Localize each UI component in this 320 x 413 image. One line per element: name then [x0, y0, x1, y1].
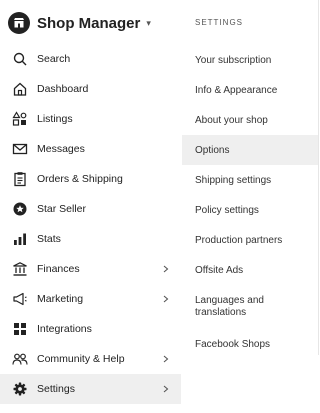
- sidebar-item-label: Stats: [37, 233, 61, 245]
- sidebar-item-star-seller[interactable]: Star Seller: [0, 194, 181, 224]
- sidebar-item-label: Search: [37, 53, 71, 65]
- sidebar-item-settings[interactable]: Settings: [0, 374, 181, 404]
- section-title: SETTINGS: [195, 18, 244, 27]
- chevron-right-icon: [163, 374, 169, 404]
- settings-item-options[interactable]: Options: [182, 135, 318, 165]
- star-badge-icon: [12, 201, 28, 217]
- settings-submenu: SETTINGS Your subscription Info & Appear…: [182, 0, 320, 413]
- settings-item-languages-translations[interactable]: Languages and translations: [182, 285, 318, 329]
- sidebar-item-listings[interactable]: Listings: [0, 104, 181, 134]
- settings-item-shipping-settings[interactable]: Shipping settings: [182, 165, 318, 195]
- sidebar-item-label: Messages: [37, 143, 85, 155]
- sidebar-item-label: Star Seller: [37, 203, 87, 215]
- shop-manager-sidebar: Shop Manager ▾ Search Dashboard Listings: [0, 0, 181, 413]
- chevron-right-icon: [163, 344, 169, 374]
- settings-item-facebook-shops[interactable]: Facebook Shops: [182, 329, 318, 359]
- sidebar-item-label: Finances: [37, 263, 80, 275]
- settings-item-policy-settings[interactable]: Policy settings: [182, 195, 318, 225]
- chevron-right-icon: [163, 284, 169, 314]
- panel-divider: [318, 0, 319, 355]
- sidebar-item-label: Listings: [37, 113, 73, 125]
- sidebar-item-marketing[interactable]: Marketing: [0, 284, 181, 314]
- people-icon: [12, 351, 28, 367]
- sidebar-item-messages[interactable]: Messages: [0, 134, 181, 164]
- shop-icon: [8, 12, 30, 34]
- settings-item-production-partners[interactable]: Production partners: [182, 225, 318, 255]
- grid-icon: [12, 321, 28, 337]
- sidebar-item-label: Marketing: [37, 293, 84, 305]
- sidebar-item-stats[interactable]: Stats: [0, 224, 181, 254]
- settings-item-your-subscription[interactable]: Your subscription: [182, 45, 318, 75]
- sidebar-item-finances[interactable]: Finances: [0, 254, 181, 284]
- sidebar-item-orders-shipping[interactable]: Orders & Shipping: [0, 164, 181, 194]
- shapes-icon: [12, 111, 28, 127]
- gear-icon: [12, 381, 28, 397]
- clipboard-icon: [12, 171, 28, 187]
- sidebar-item-label: Community & Help: [37, 353, 125, 365]
- sidebar-item-dashboard[interactable]: Dashboard: [0, 74, 181, 104]
- settings-item-offsite-ads[interactable]: Offsite Ads: [182, 255, 318, 285]
- sidebar-item-label: Integrations: [37, 323, 92, 335]
- sidebar-item-community-help[interactable]: Community & Help: [0, 344, 181, 374]
- settings-item-info-appearance[interactable]: Info & Appearance: [182, 75, 318, 105]
- shop-manager-switcher[interactable]: Shop Manager ▾: [8, 10, 151, 36]
- chevron-down-icon: ▾: [146, 17, 151, 28]
- bank-icon: [12, 261, 28, 277]
- settings-list: Your subscription Info & Appearance Abou…: [182, 45, 318, 359]
- chevron-right-icon: [163, 254, 169, 284]
- sidebar-item-label: Settings: [37, 383, 75, 395]
- search-icon: [12, 51, 28, 67]
- home-icon: [12, 81, 28, 97]
- settings-item-about-your-shop[interactable]: About your shop: [182, 105, 318, 135]
- sidebar-item-integrations[interactable]: Integrations: [0, 314, 181, 344]
- app-title: Shop Manager: [37, 14, 141, 32]
- envelope-icon: [12, 141, 28, 157]
- sidebar-item-search[interactable]: Search: [0, 44, 181, 74]
- sidebar-nav: Search Dashboard Listings Messages Order…: [0, 44, 181, 404]
- bar-chart-icon: [12, 231, 28, 247]
- sidebar-item-label: Orders & Shipping: [37, 173, 123, 185]
- sidebar-item-label: Dashboard: [37, 83, 89, 95]
- megaphone-icon: [12, 291, 28, 307]
